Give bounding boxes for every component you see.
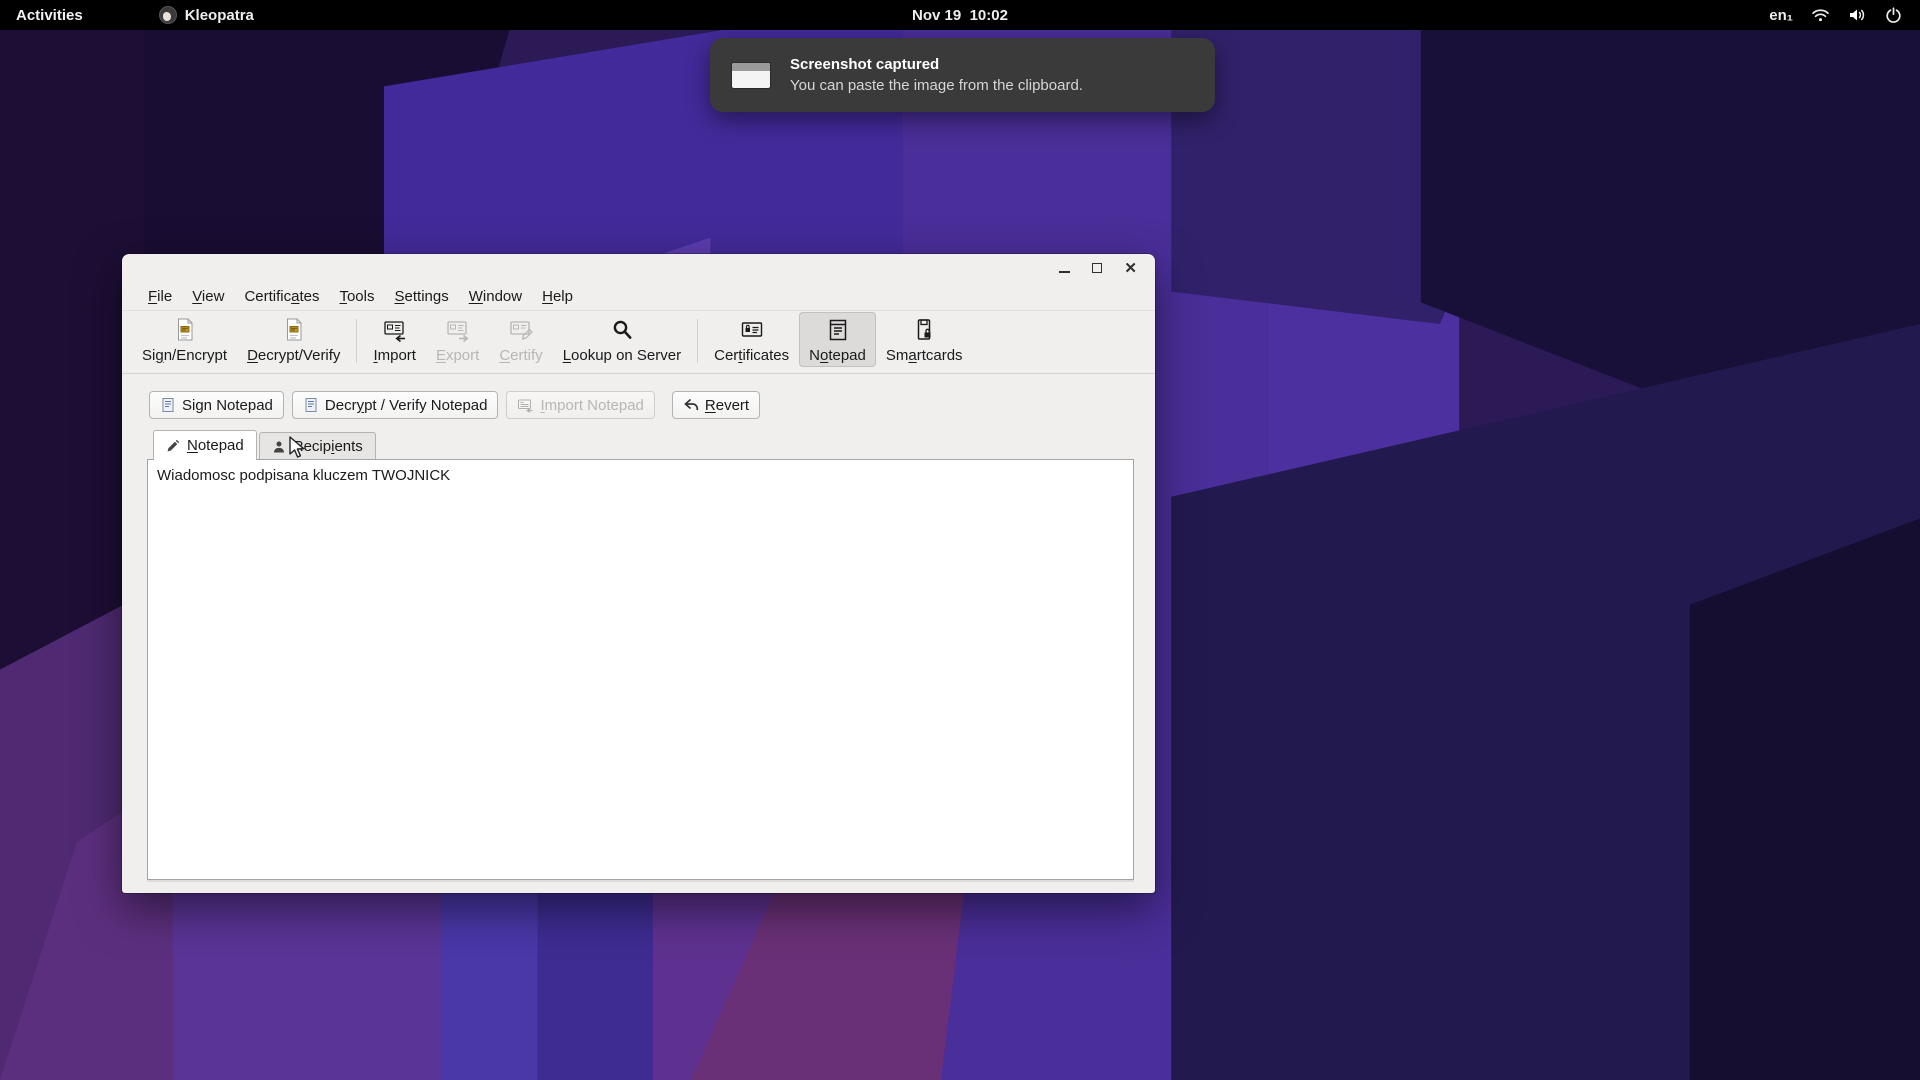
- minimize-button[interactable]: [1059, 264, 1070, 273]
- toolbar-certificates-view[interactable]: Certificates: [704, 312, 799, 367]
- system-tray[interactable]: en₁: [1769, 7, 1920, 24]
- certificates-icon: [739, 317, 765, 343]
- note-icon: [160, 397, 176, 413]
- notification-body: You can paste the image from the clipboa…: [790, 77, 1083, 94]
- notepad-text-area[interactable]: Wiadomosc podpisana kluczem TWOJNICK: [148, 460, 1133, 879]
- main-toolbar: Sign/Encrypt Decrypt/Verify: [122, 310, 1155, 374]
- notification-banner[interactable]: Screenshot captured You can paste the im…: [710, 38, 1215, 112]
- pencil-icon: [166, 439, 180, 453]
- menu-bar: File View Certificates Tools Settings Wi…: [122, 282, 1155, 310]
- certify-icon: [508, 317, 534, 343]
- screenshot-thumbnail-icon: [732, 63, 770, 88]
- sign-encrypt-icon: [173, 317, 197, 343]
- smartcards-icon: [911, 317, 937, 343]
- top-bar: Activities Kleopatra Nov 19 10:02 en₁: [0, 0, 1920, 30]
- clock[interactable]: Nov 19 10:02: [0, 7, 1920, 24]
- toolbar-separator: [356, 319, 357, 363]
- toolbar-separator: [697, 319, 698, 363]
- activities-button[interactable]: Activities: [0, 0, 99, 30]
- import-notepad-button[interactable]: Import Notepad: [506, 391, 654, 419]
- power-icon: [1885, 7, 1902, 24]
- toolbar-import[interactable]: Import: [363, 312, 426, 367]
- toolbar-notepad-view[interactable]: Notepad: [799, 312, 876, 367]
- search-icon: [609, 317, 635, 343]
- toolbar-lookup-on-server[interactable]: Lookup on Server: [553, 312, 691, 367]
- person-icon: [272, 440, 286, 454]
- kleopatra-app-icon: [159, 6, 177, 24]
- wifi-icon: [1811, 7, 1830, 23]
- toolbar-smartcards-view[interactable]: Smartcards: [876, 312, 973, 367]
- toolbar-sign-encrypt[interactable]: Sign/Encrypt: [132, 312, 237, 367]
- focused-app-menu[interactable]: Kleopatra: [159, 6, 254, 24]
- notification-title: Screenshot captured: [790, 56, 1083, 73]
- tab-notepad[interactable]: Notepad: [153, 430, 257, 460]
- menu-help[interactable]: Help: [532, 285, 583, 308]
- menu-view[interactable]: View: [182, 285, 234, 308]
- window-titlebar[interactable]: ✕: [122, 254, 1155, 282]
- notepad-icon: [825, 317, 851, 343]
- close-button[interactable]: ✕: [1124, 261, 1137, 276]
- menu-window[interactable]: Window: [459, 285, 532, 308]
- menu-certificates[interactable]: Certificates: [234, 285, 329, 308]
- decrypt-verify-icon: [282, 317, 306, 343]
- maximize-button[interactable]: [1092, 263, 1102, 273]
- import-note-icon: [517, 398, 534, 413]
- revert-arrow-icon: [683, 398, 699, 412]
- notepad-action-row: Sign Notepad Decrypt / Verify Notepad Im…: [149, 391, 1155, 419]
- menu-settings[interactable]: Settings: [385, 285, 459, 308]
- notepad-tabs: Notepad Recipients: [153, 430, 1155, 460]
- revert-button[interactable]: Revert: [672, 391, 760, 419]
- menu-tools[interactable]: Tools: [329, 285, 384, 308]
- desktop: Activities Kleopatra Nov 19 10:02 en₁: [0, 0, 1920, 1080]
- toolbar-decrypt-verify[interactable]: Decrypt/Verify: [237, 312, 350, 367]
- note-icon: [303, 397, 319, 413]
- keyboard-layout-indicator[interactable]: en₁: [1769, 7, 1793, 24]
- notepad-editor-frame: Wiadomosc podpisana kluczem TWOJNICK: [147, 459, 1134, 880]
- toolbar-export[interactable]: Export: [426, 312, 489, 367]
- decrypt-verify-notepad-button[interactable]: Decrypt / Verify Notepad: [292, 391, 499, 419]
- import-certificate-icon: [382, 317, 408, 343]
- toolbar-certify[interactable]: Certify: [489, 312, 552, 367]
- volume-icon: [1848, 7, 1867, 23]
- export-certificate-icon: [445, 317, 471, 343]
- sign-notepad-button[interactable]: Sign Notepad: [149, 391, 284, 419]
- kleopatra-window: ✕ File View Certificates Tools Settings …: [122, 254, 1155, 893]
- focused-app-name: Kleopatra: [185, 7, 254, 24]
- menu-file[interactable]: File: [138, 285, 182, 308]
- tab-recipients[interactable]: Recipients: [259, 432, 376, 460]
